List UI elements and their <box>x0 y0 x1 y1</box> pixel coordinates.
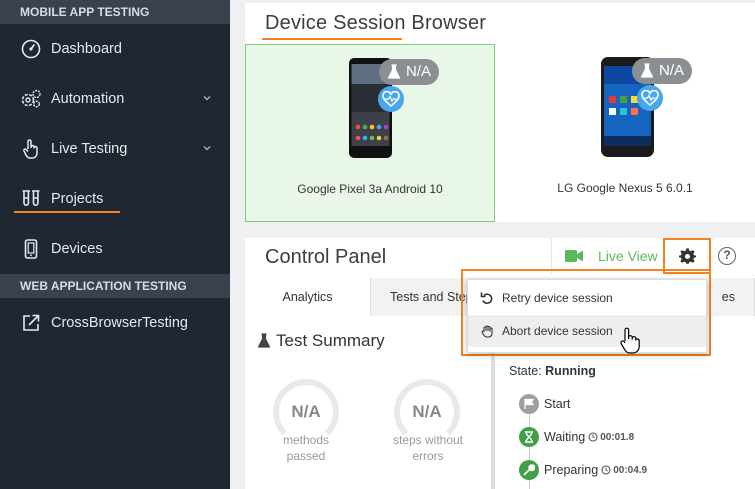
flask-icon <box>387 64 401 79</box>
device-session-browser: Device Session Browser N/A Google Pixel … <box>245 3 755 222</box>
sidebar-item-projects[interactable]: Projects <box>0 174 230 224</box>
hourglass-icon <box>519 427 539 447</box>
na-badge: N/A <box>632 58 693 84</box>
menu-item-label: Retry device session <box>502 291 613 305</box>
sidebar-item-label: Projects <box>51 191 104 207</box>
heart-monitor-icon <box>378 86 404 112</box>
sidebar-item-live-testing[interactable]: Live Testing <box>0 124 230 174</box>
section-header-mobile: MOBILE APP TESTING <box>0 0 230 24</box>
page-title: Device Session Browser <box>265 12 487 34</box>
step-duration-value: 00:04.9 <box>613 464 648 476</box>
step-duration: 00:01.8 <box>588 432 634 443</box>
device-name: Google Pixel 3a Android 10 <box>297 182 443 196</box>
timeline-step: Start <box>519 394 570 414</box>
help-button[interactable]: ? <box>718 247 736 265</box>
step-label: Preparing <box>544 463 599 477</box>
clock-icon <box>601 465 611 475</box>
sidebar-item-label: Live Testing <box>51 141 128 157</box>
gear-icon <box>678 247 696 264</box>
timeline-connector <box>529 480 530 489</box>
timeline-connector <box>529 447 530 461</box>
sidebar-item-automation[interactable]: Automation <box>0 74 230 124</box>
hand-stop-icon <box>481 325 493 338</box>
sidebar-item-label: Devices <box>51 241 103 257</box>
session-state: State: Running <box>509 364 596 378</box>
timeline-step: Waiting 00:01.8 <box>519 427 634 447</box>
gauge-label-line: methods <box>282 433 330 447</box>
badge-label: N/A <box>659 62 685 79</box>
session-state-timeline: State: Running Start Waiting 00:01.8 Pre… <box>491 350 755 489</box>
step-duration-value: 00:01.8 <box>600 431 635 443</box>
sidebar-item-devices[interactable]: Devices <box>0 224 230 274</box>
badge-label: N/A <box>406 63 432 80</box>
settings-dropdown-menu: Retry device session Abort device sessio… <box>467 279 707 353</box>
gauge-label: methods passed <box>265 432 347 464</box>
gauge-label-line: passed <box>286 449 326 463</box>
timeline-connector <box>529 414 530 428</box>
sidebar-item-label: Dashboard <box>51 41 122 57</box>
gauge-label-line: steps without <box>392 433 464 447</box>
gauge-label-line: errors <box>412 449 444 463</box>
summary-title-label: Test Summary <box>276 331 385 350</box>
chevron-down-icon <box>203 146 211 151</box>
flag-icon <box>519 394 539 414</box>
sidebar: MOBILE APP TESTING Dashboard Automation … <box>0 0 230 489</box>
na-badge: N/A <box>379 59 440 85</box>
undo-icon <box>480 292 493 305</box>
chevron-down-icon <box>203 96 211 101</box>
control-panel-title: Control Panel <box>265 246 387 268</box>
sidebar-item-label: Automation <box>51 91 125 107</box>
menu-item-abort[interactable]: Abort device session <box>468 315 706 347</box>
tab-tests-and-steps[interactable]: Tests and Step <box>371 278 471 316</box>
flask-icon <box>640 63 654 78</box>
test-summary-title: Test Summary <box>257 331 385 351</box>
sidebar-item-label: CrossBrowserTesting <box>51 315 188 331</box>
video-camera-icon <box>565 250 583 262</box>
device-name: LG Google Nexus 5 6.0.1 <box>557 181 693 195</box>
section-header-web: WEB APPLICATION TESTING <box>0 274 230 298</box>
hand-pointer-icon <box>20 138 42 160</box>
sidebar-item-dashboard[interactable]: Dashboard <box>0 24 230 74</box>
step-label: Waiting <box>544 430 586 444</box>
device-card[interactable]: N/A LG Google Nexus 5 6.0.1 <box>495 44 755 222</box>
mobile-phone-icon <box>20 238 42 260</box>
hand-cursor-icon <box>620 327 640 354</box>
gauge-icon <box>20 38 42 60</box>
state-label: State: <box>509 364 542 378</box>
menu-item-label: Abort device session <box>502 324 613 338</box>
live-view-label: Live View <box>598 248 658 264</box>
menu-item-retry[interactable]: Retry device session <box>468 282 706 314</box>
step-duration: 00:04.9 <box>601 465 647 476</box>
sidebar-item-crossbrowsertesting[interactable]: CrossBrowserTesting <box>0 298 230 348</box>
step-label: Start <box>544 397 571 411</box>
tab-analytics[interactable]: Analytics <box>245 278 371 316</box>
device-card[interactable]: N/A Google Pixel 3a Android 10 <box>245 44 495 222</box>
gauge-value: N/A <box>412 402 442 421</box>
state-value: Running <box>545 364 596 378</box>
flask-icon <box>257 333 271 348</box>
heart-monitor-icon <box>637 85 663 111</box>
gauge-label: steps without errors <box>382 432 474 464</box>
external-link-icon <box>20 312 42 334</box>
wrench-icon <box>519 460 539 480</box>
main-content: Device Session Browser N/A Google Pixel … <box>230 0 755 489</box>
title-underline <box>262 38 402 40</box>
timeline-step: Preparing 00:04.9 <box>519 460 647 480</box>
gauge-value: N/A <box>291 402 321 421</box>
gears-icon <box>20 88 42 110</box>
clock-icon <box>588 432 598 442</box>
test-tubes-icon <box>20 188 42 210</box>
